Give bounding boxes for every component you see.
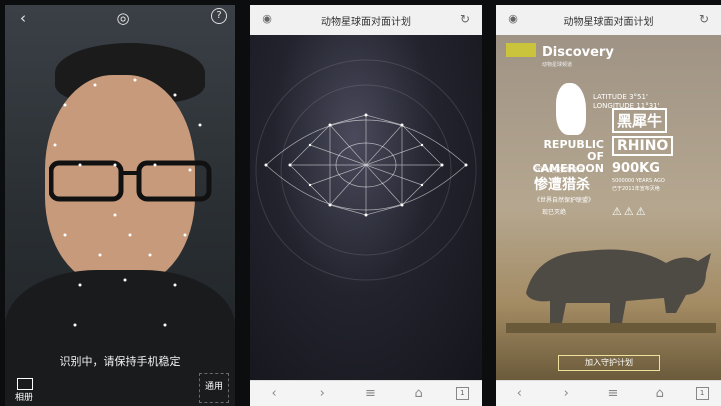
warning-icons: ⚠⚠⚠	[612, 205, 648, 218]
generic-button[interactable]: 通用	[205, 379, 223, 392]
tabs-count[interactable]: 1	[455, 387, 469, 400]
animal-name-cn: 黑犀牛	[612, 108, 668, 133]
browser-bottom-bar: ‹ › ≡ ⌂ 1	[250, 380, 482, 406]
home-icon[interactable]: ⌂	[649, 386, 671, 401]
help-icon[interactable]: ?	[211, 8, 227, 24]
animal-name-en: RHINO	[612, 136, 674, 156]
discovery-sub: 动物星球频道	[542, 62, 573, 68]
browser-bottom-bar: ‹ › ≡ ⌂ 1	[496, 380, 721, 406]
album-button[interactable]: 相册	[15, 390, 33, 403]
menu-icon[interactable]: ≡	[602, 386, 624, 401]
status-text: 现已灭绝	[542, 209, 567, 216]
extinct-desc: 已于2011年宣布灭绝	[612, 186, 660, 192]
discovery-logo: Discovery	[542, 45, 614, 60]
face-scan-screen: ‹ ◎ ? 识别中，请保持手机稳定 相册 通用	[5, 5, 235, 406]
iucn-text: 《世界自然保护联盟》	[534, 197, 595, 204]
back-icon[interactable]: ‹	[13, 8, 33, 28]
browser-top-bar: ◉ 动物星球面对面计划 ↻	[250, 5, 482, 36]
star-field	[250, 35, 482, 381]
menu-icon[interactable]: ≡	[359, 386, 381, 401]
join-protection-button[interactable]: 加入守护计划	[558, 355, 660, 371]
rhino-poster: Discovery 动物星球频道 LATITUDE 3°51' LONGITUD…	[496, 35, 721, 381]
back-icon[interactable]: ‹	[508, 386, 530, 401]
cameroon-map-icon	[556, 83, 586, 135]
forward-icon[interactable]: ›	[311, 386, 333, 401]
constellation-eye	[255, 59, 477, 281]
camera-top-bar: ‹ ◎ ?	[5, 5, 235, 31]
tabs-count[interactable]: 1	[695, 387, 709, 400]
hunted-text: 惨遭猎杀	[534, 177, 590, 193]
years-ago: 5000000 YEARS AGO	[612, 178, 665, 184]
rhino-icon	[506, 249, 716, 333]
galaxy-screen: ◉ 动物星球面对面计划 ↻ ‹ › ≡ ⌂ 1	[250, 5, 482, 406]
page-title: 动物星球面对面计划	[321, 17, 411, 28]
forward-icon[interactable]: ›	[555, 386, 577, 401]
animal-weight: 900KG	[612, 161, 660, 176]
page-title: 动物星球面对面计划	[563, 17, 654, 28]
latitude: LATITUDE 3°51'	[593, 93, 648, 101]
camera-bottom-bar: 相册 通用	[5, 366, 235, 406]
home-icon[interactable]: ⌂	[408, 386, 430, 401]
face-landmark-mesh	[53, 78, 202, 327]
refresh-icon[interactable]: ↻	[458, 12, 472, 26]
refresh-icon[interactable]: ↻	[697, 12, 711, 26]
channel-logo	[506, 43, 536, 57]
back-icon[interactable]: ‹	[263, 386, 285, 401]
camera-switch-icon[interactable]: ◎	[113, 8, 133, 28]
cause-text: 因人类捕猎等原因	[536, 167, 585, 174]
image-icon[interactable]	[17, 378, 33, 390]
rhino-screen: ◉ 动物星球面对面计划 ↻ Discovery 动物星球频道 LATITUDE …	[496, 5, 721, 406]
browser-top-bar: ◉ 动物星球面对面计划 ↻	[496, 5, 721, 36]
